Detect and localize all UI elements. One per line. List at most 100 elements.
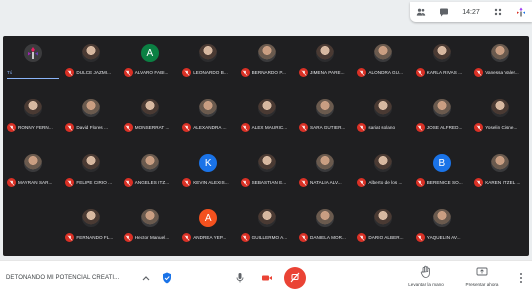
- participant-nameplate: DULCE JAZMI...: [65, 68, 111, 77]
- participant-tile[interactable]: ANGELES ITZ...: [120, 148, 180, 188]
- participant-tile[interactable]: Vanessa Valer...: [470, 38, 530, 78]
- more-options-icon[interactable]: [516, 271, 526, 285]
- participant-nameplate: FERNANDO FL...: [65, 233, 113, 242]
- participant-nameplate: SEBASTIAN E...: [240, 178, 287, 187]
- participant-tile[interactable]: Hector Manuel...: [120, 203, 180, 243]
- participant-tile[interactable]: DULCE JAZMI...: [61, 38, 121, 78]
- participant-nameplate: RONNY FERN...: [7, 123, 53, 132]
- participant-tile[interactable]: ALONDRA GU...: [353, 38, 413, 78]
- participant-nameplate: Yoselin Cisne...: [474, 123, 517, 132]
- participant-tile[interactable]: BERNARDO P...: [237, 38, 297, 78]
- participant-nameplate: ALONDRA GU...: [357, 68, 403, 77]
- participant-tile[interactable]: KARLA RIVAS ...: [412, 38, 472, 78]
- participant-tile[interactable]: JIMENA PARE...: [295, 38, 355, 78]
- participant-tile[interactable]: K KEVIN ALEXIS...: [178, 148, 238, 188]
- hang-up-button[interactable]: [284, 267, 306, 289]
- participant-nameplate: Tú: [7, 68, 12, 77]
- presenter-icon[interactable]: [516, 7, 526, 17]
- participant-tile[interactable]: sariat solano: [353, 93, 413, 133]
- avatar-photo: [82, 99, 101, 117]
- participant-tile[interactable]: MONSERRAT ...: [120, 93, 180, 133]
- mic-off-icon: [240, 123, 250, 132]
- participant-tile[interactable]: David Flores ...: [61, 93, 121, 133]
- avatar-photo: [432, 44, 451, 62]
- participant-tile[interactable]: NATALIA ALV...: [295, 148, 355, 188]
- participant-nameplate: MAYRAN SAR...: [7, 178, 53, 187]
- participant-nameplate: ALEX MAURIC...: [240, 123, 288, 132]
- participant-tile[interactable]: DARIO ALBER...: [353, 203, 413, 243]
- avatar-photo: [374, 44, 393, 62]
- chat-icon[interactable]: [439, 7, 449, 17]
- participant-tile[interactable]: A ANDREA YEP...: [178, 203, 238, 243]
- people-icon[interactable]: [416, 7, 426, 17]
- participant-nameplate: FELIPE CIRIO ...: [65, 178, 112, 187]
- participant-name: ALEXANDRA ...: [193, 125, 227, 130]
- avatar-photo: [140, 209, 159, 227]
- mic-off-icon: [65, 123, 75, 132]
- participant-tile[interactable]: GUILLERMO A...: [237, 203, 297, 243]
- participant-nameplate: KEVIN ALEXIS...: [182, 178, 229, 187]
- mic-off-icon: [299, 123, 308, 132]
- mic-off-icon: [7, 178, 16, 187]
- present-now-button[interactable]: Presentar ahora: [458, 265, 506, 297]
- avatar-photo: [257, 154, 276, 172]
- participant-name: KARLA RIVAS ...: [426, 70, 463, 75]
- participant-tile[interactable]: DANIELA MOR...: [295, 203, 355, 243]
- participant-tile[interactable]: FELIPE CIRIO ...: [61, 148, 121, 188]
- self-label: Tú: [7, 70, 13, 75]
- participant-name: KEVIN ALEXIS...: [193, 180, 229, 185]
- avatar-photo: [140, 99, 159, 117]
- participant-tile[interactable]: ALEX MAURIC...: [237, 93, 297, 133]
- shield-icon[interactable]: [160, 270, 174, 286]
- mic-off-icon: [123, 123, 133, 132]
- participant-tile[interactable]: LEONARDO B...: [178, 38, 238, 78]
- microphone-icon[interactable]: [232, 270, 248, 286]
- camera-icon[interactable]: [258, 270, 276, 286]
- participant-tile[interactable]: Alberto de los ...: [353, 148, 413, 188]
- participant-tile[interactable]: RONNY FERN...: [3, 93, 63, 133]
- participant-tile[interactable]: FERNANDO FL...: [61, 203, 121, 243]
- participant-name: David Flores ...: [76, 125, 109, 130]
- avatar-photo: [491, 99, 510, 117]
- mic-off-icon: [65, 233, 75, 242]
- mic-off-icon: [415, 68, 425, 77]
- participant-tile[interactable]: YAQUELIN AV...: [412, 203, 472, 243]
- avatar-photo: [374, 99, 393, 117]
- participant-nameplate: Alberto de los ...: [357, 178, 402, 187]
- participant-tile[interactable]: KAREN ITZEL ...: [470, 148, 530, 188]
- participant-nameplate: GUILLERMO A...: [240, 233, 288, 242]
- avatar-photo: [140, 154, 159, 172]
- participant-name: ANDREA YEP...: [193, 235, 227, 240]
- avatar-letter: A: [199, 209, 218, 227]
- mic-off-icon: [65, 68, 75, 77]
- participant-tile[interactable]: SARA GUTIER...: [295, 93, 355, 133]
- participant-tile[interactable]: SEBASTIAN E...: [237, 148, 297, 188]
- self-logo-icon: [24, 44, 42, 62]
- avatar-photo: [257, 209, 276, 227]
- avatar-photo: [316, 154, 334, 172]
- chevron-up-icon[interactable]: [140, 272, 152, 284]
- participant-nameplate: DARIO ALBER...: [357, 233, 404, 242]
- mic-off-icon: [123, 233, 133, 242]
- participant-nameplate: SARA GUTIER...: [299, 123, 345, 132]
- mic-off-icon: [474, 68, 484, 77]
- participant-tile[interactable]: JOSE ALFRED...: [412, 93, 472, 133]
- mic-off-icon: [182, 178, 192, 187]
- participant-name: SEBASTIAN E...: [251, 180, 287, 185]
- meeting-title[interactable]: DETONANDO MI POTENCIAL CREATI...: [6, 275, 119, 281]
- avatar-letter: K: [199, 154, 218, 172]
- participant-name: KAREN ITZEL ...: [485, 180, 521, 185]
- participant-nameplate: Hector Manuel...: [123, 233, 170, 242]
- self-tile[interactable]: Tú: [3, 38, 63, 79]
- participant-tile[interactable]: Yoselin Cisne...: [470, 93, 530, 133]
- participant-tile[interactable]: A ALVARO FABI...: [120, 38, 180, 78]
- participant-name: YAQUELIN AV...: [426, 235, 461, 240]
- participant-name: DULCE JAZMI...: [76, 70, 112, 75]
- self-underline: [7, 78, 59, 79]
- avatar-photo: [316, 209, 334, 227]
- participant-tile[interactable]: ALEXANDRA ...: [178, 93, 238, 133]
- participant-tile[interactable]: B BERENICE SO...: [412, 148, 472, 188]
- participant-tile[interactable]: MAYRAN SAR...: [3, 148, 63, 188]
- raise-hand-button[interactable]: Levantar la mano: [402, 265, 450, 297]
- activities-icon[interactable]: [493, 7, 503, 17]
